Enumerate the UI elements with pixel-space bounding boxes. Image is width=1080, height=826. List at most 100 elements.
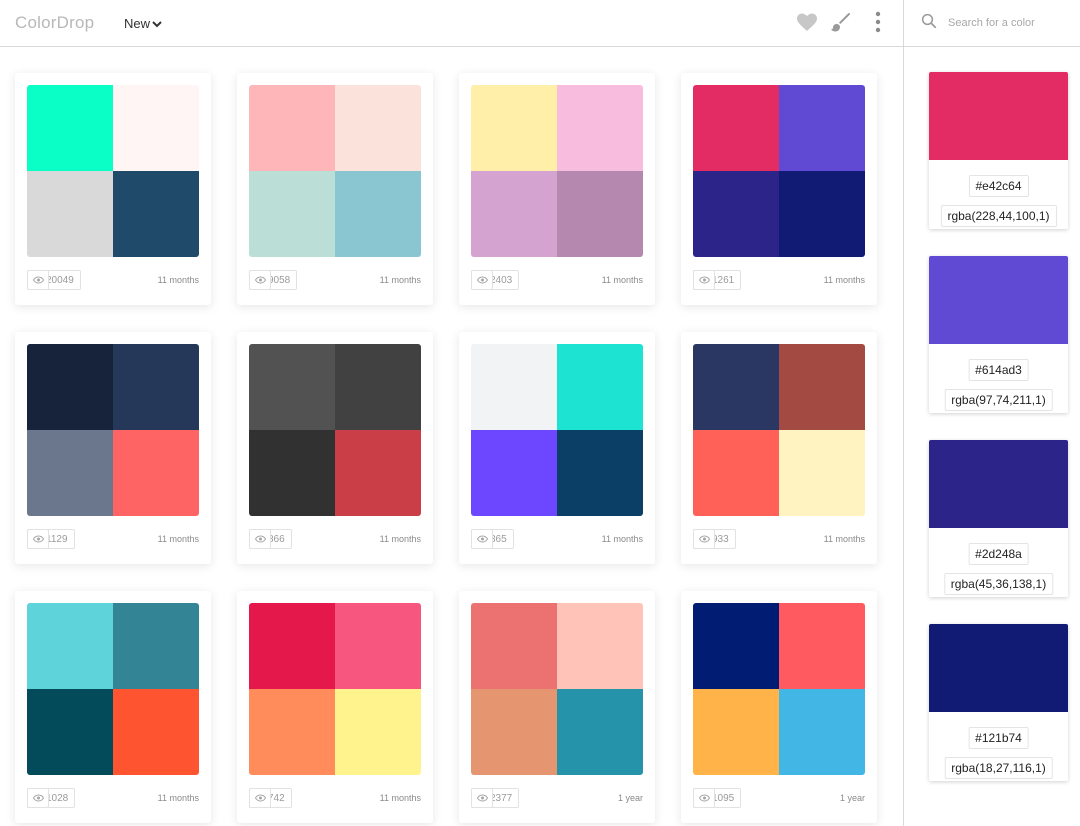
palette-color-cell[interactable] [27, 603, 113, 689]
palette-color-cell[interactable] [557, 171, 643, 257]
palette-swatches[interactable] [693, 344, 865, 516]
palette-color-cell[interactable] [557, 689, 643, 775]
palette-swatches[interactable] [249, 344, 421, 516]
color-swatch[interactable] [929, 72, 1068, 160]
palette-swatches[interactable] [27, 603, 199, 775]
palette-color-cell[interactable] [335, 171, 421, 257]
palette-color-cell[interactable] [113, 430, 199, 516]
palette-color-cell[interactable] [693, 85, 779, 171]
palette-color-cell[interactable] [471, 603, 557, 689]
palette-color-cell[interactable] [249, 85, 335, 171]
hex-code[interactable]: #e42c64 [968, 175, 1029, 197]
palette-color-cell[interactable] [779, 171, 865, 257]
palette-color-cell[interactable] [335, 344, 421, 430]
palette-color-cell[interactable] [693, 430, 779, 516]
palette-card[interactable]: 933 11 months [681, 332, 877, 564]
palette-color-cell[interactable] [113, 603, 199, 689]
palette-color-cell[interactable] [113, 85, 199, 171]
search-input[interactable] [948, 12, 1074, 34]
hex-code[interactable]: #121b74 [968, 727, 1029, 749]
palette-color-cell[interactable] [249, 344, 335, 430]
palette-color-cell[interactable] [335, 603, 421, 689]
palette-color-cell[interactable] [113, 689, 199, 775]
palette-color-cell[interactable] [471, 689, 557, 775]
palette-swatches[interactable] [249, 85, 421, 257]
palette-card[interactable]: 9058 11 months [237, 73, 433, 305]
palette-color-cell[interactable] [335, 689, 421, 775]
palette-color-cell[interactable] [693, 689, 779, 775]
view-button[interactable] [249, 788, 271, 808]
app-logo[interactable]: ColorDrop [15, 13, 94, 33]
palette-color-cell[interactable] [557, 344, 643, 430]
view-button[interactable] [693, 788, 715, 808]
view-button[interactable] [249, 270, 271, 290]
palette-swatches[interactable] [693, 85, 865, 257]
view-button[interactable] [471, 529, 493, 549]
color-swatch-card[interactable]: #614ad3 rgba(97,74,211,1) [929, 256, 1068, 413]
view-button[interactable] [27, 788, 49, 808]
palette-color-cell[interactable] [249, 689, 335, 775]
palette-color-cell[interactable] [779, 430, 865, 516]
palette-color-cell[interactable] [249, 171, 335, 257]
palette-color-cell[interactable] [779, 344, 865, 430]
view-button[interactable] [693, 270, 715, 290]
palette-card[interactable]: 1261 11 months [681, 73, 877, 305]
rgba-code[interactable]: rgba(45,36,138,1) [943, 573, 1054, 595]
palette-card[interactable]: 1095 1 year [681, 591, 877, 823]
rgba-code[interactable]: rgba(228,44,100,1) [940, 205, 1057, 227]
palette-swatches[interactable] [27, 344, 199, 516]
palette-color-cell[interactable] [27, 171, 113, 257]
view-button[interactable] [471, 270, 493, 290]
brush-icon[interactable] [829, 10, 853, 34]
color-swatch-card[interactable]: #2d248a rgba(45,36,138,1) [929, 440, 1068, 597]
palette-color-cell[interactable] [779, 689, 865, 775]
palette-color-cell[interactable] [249, 603, 335, 689]
palette-color-cell[interactable] [557, 430, 643, 516]
palette-swatches[interactable] [471, 85, 643, 257]
palette-color-cell[interactable] [693, 344, 779, 430]
palette-color-cell[interactable] [27, 689, 113, 775]
palette-color-cell[interactable] [27, 85, 113, 171]
palette-color-cell[interactable] [693, 603, 779, 689]
palette-swatches[interactable] [471, 603, 643, 775]
palette-swatches[interactable] [693, 603, 865, 775]
palette-color-cell[interactable] [471, 171, 557, 257]
color-swatch[interactable] [929, 624, 1068, 712]
palette-card[interactable]: 2403 11 months [459, 73, 655, 305]
palette-color-cell[interactable] [335, 430, 421, 516]
color-swatch[interactable] [929, 256, 1068, 344]
palette-color-cell[interactable] [471, 430, 557, 516]
palette-color-cell[interactable] [471, 85, 557, 171]
rgba-code[interactable]: rgba(18,27,116,1) [944, 757, 1053, 779]
palette-color-cell[interactable] [557, 85, 643, 171]
palette-color-cell[interactable] [471, 344, 557, 430]
palette-card[interactable]: 20049 11 months [15, 73, 211, 305]
palette-color-cell[interactable] [779, 85, 865, 171]
color-swatch-card[interactable]: #e42c64 rgba(228,44,100,1) [929, 72, 1068, 229]
palette-color-cell[interactable] [113, 344, 199, 430]
hex-code[interactable]: #2d248a [968, 543, 1029, 565]
palette-card[interactable]: 865 11 months [459, 332, 655, 564]
palette-color-cell[interactable] [557, 603, 643, 689]
rgba-code[interactable]: rgba(97,74,211,1) [944, 389, 1053, 411]
palette-color-cell[interactable] [27, 430, 113, 516]
palette-color-cell[interactable] [335, 85, 421, 171]
view-button[interactable] [249, 529, 271, 549]
view-button[interactable] [693, 529, 715, 549]
palette-card[interactable]: 1028 11 months [15, 591, 211, 823]
view-button[interactable] [471, 788, 493, 808]
palette-card[interactable]: 2377 1 year [459, 591, 655, 823]
palette-color-cell[interactable] [693, 171, 779, 257]
color-swatch-card[interactable]: #121b74 rgba(18,27,116,1) [929, 624, 1068, 781]
palette-swatches[interactable] [27, 85, 199, 257]
hex-code[interactable]: #614ad3 [968, 359, 1029, 381]
palette-card[interactable]: 742 11 months [237, 591, 433, 823]
palette-color-cell[interactable] [27, 344, 113, 430]
palette-card[interactable]: 866 11 months [237, 332, 433, 564]
palette-card[interactable]: 1129 11 months [15, 332, 211, 564]
heart-icon[interactable] [795, 10, 819, 34]
palette-swatches[interactable] [249, 603, 421, 775]
view-button[interactable] [27, 270, 49, 290]
palette-color-cell[interactable] [113, 171, 199, 257]
palette-color-cell[interactable] [779, 603, 865, 689]
